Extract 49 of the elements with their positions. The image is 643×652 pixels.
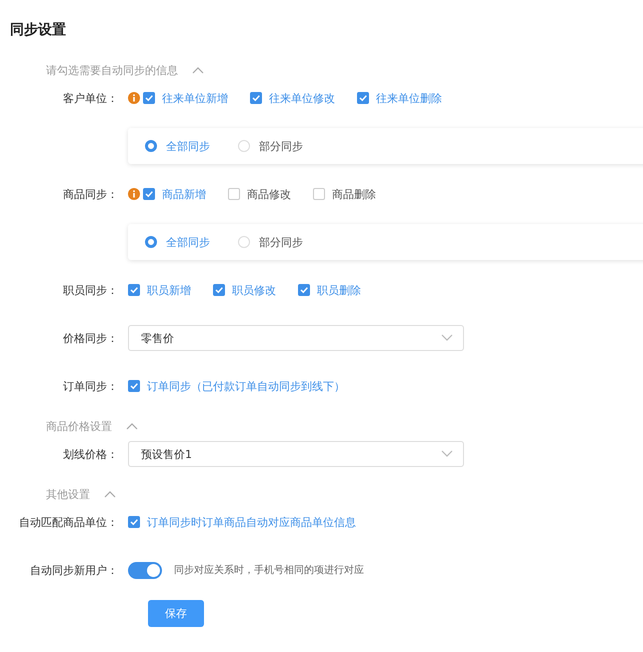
page-title: 同步设置 <box>9 21 67 40</box>
checkbox-label: 往来单位删除 <box>376 90 442 106</box>
collapse-icon[interactable] <box>126 422 138 430</box>
checkbox-label: 往来单位新增 <box>162 90 228 106</box>
dropdown-icon <box>441 334 453 342</box>
checkbox-label: 商品修改 <box>247 186 291 202</box>
checkbox-label: 往来单位修改 <box>269 90 335 106</box>
field-label: 划线价格： <box>63 448 118 460</box>
checkbox[interactable] <box>298 284 310 296</box>
field-label: 自动匹配商品单位： <box>19 516 118 528</box>
checkbox[interactable] <box>250 92 262 104</box>
checkbox[interactable] <box>143 188 155 200</box>
field-label: 客户单位： <box>63 92 118 104</box>
checkbox-label: 职员修改 <box>232 282 276 298</box>
field-label: 职员同步： <box>63 284 118 296</box>
section-title: 其他设置 <box>46 486 90 502</box>
checkbox[interactable] <box>313 188 325 200</box>
radio-label: 部分同步 <box>259 234 303 250</box>
checkbox[interactable] <box>128 380 140 392</box>
checkbox-label: 商品删除 <box>332 186 376 202</box>
collapse-icon[interactable] <box>104 490 116 498</box>
field-label: 自动同步新用户： <box>30 564 118 576</box>
checkbox-label: 职员新增 <box>147 282 191 298</box>
checkbox[interactable] <box>128 516 140 528</box>
radio-button[interactable] <box>145 140 157 152</box>
section-title: 商品价格设置 <box>46 418 112 434</box>
field-label: 商品同步： <box>63 188 118 200</box>
radio-label: 全部同步 <box>166 138 210 154</box>
radio-label: 部分同步 <box>259 138 303 154</box>
field-label: 价格同步： <box>63 332 118 344</box>
field-label: 订单同步： <box>63 380 118 392</box>
collapse-icon[interactable] <box>192 66 204 74</box>
checkbox[interactable] <box>213 284 225 296</box>
select-field[interactable]: 零售价 <box>128 325 464 351</box>
toggle-hint: 同步对应关系时，手机号相同的项进行对应 <box>174 564 364 577</box>
checkbox[interactable] <box>128 284 140 296</box>
checkbox[interactable] <box>357 92 369 104</box>
checkbox-label: 订单同步（已付款订单自动同步到线下） <box>147 378 345 394</box>
dropdown-icon <box>441 450 453 458</box>
radio-button[interactable] <box>145 236 157 248</box>
checkbox[interactable] <box>228 188 240 200</box>
select-field[interactable]: 预设售价1 <box>128 441 464 467</box>
checkbox[interactable] <box>143 92 155 104</box>
checkbox-label: 商品新增 <box>162 186 206 202</box>
checkbox-label: 订单同步时订单商品自动对应商品单位信息 <box>147 514 356 530</box>
checkbox-label: 职员删除 <box>317 282 361 298</box>
section-title: 请勾选需要自动同步的信息 <box>46 62 178 78</box>
toggle-switch[interactable] <box>128 562 162 578</box>
radio-label: 全部同步 <box>166 234 210 250</box>
